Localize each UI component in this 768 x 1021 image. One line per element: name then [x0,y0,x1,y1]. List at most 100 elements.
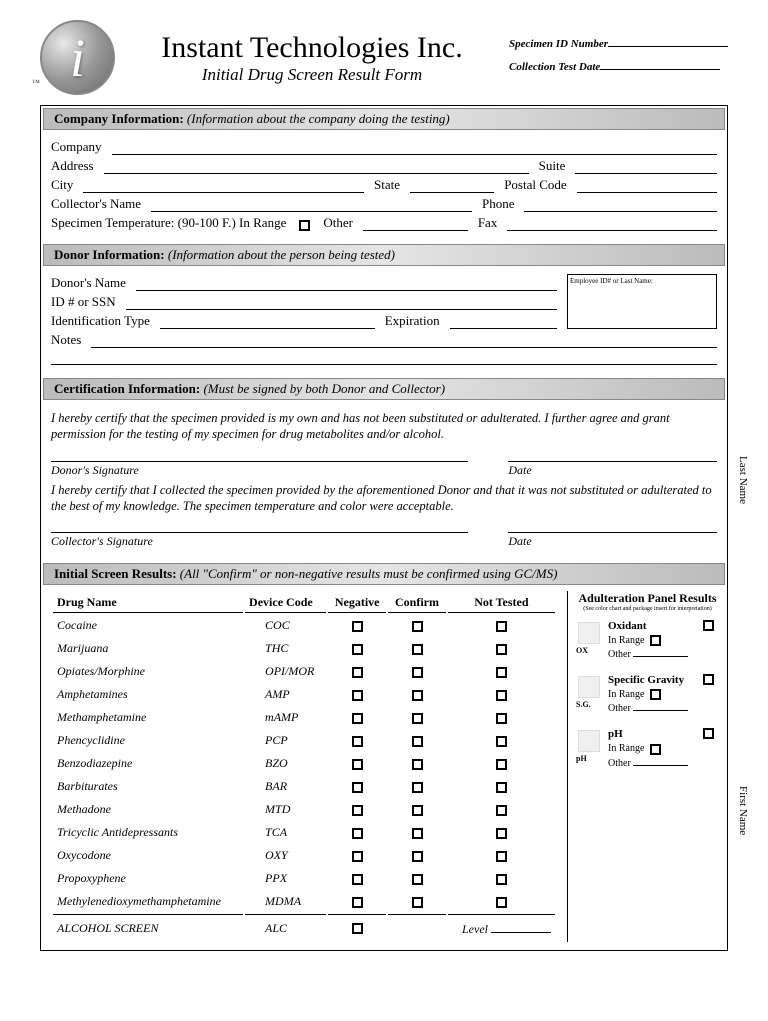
confirm-checkbox[interactable] [412,828,423,839]
negative-checkbox[interactable] [352,897,363,908]
negative-checkbox[interactable] [352,644,363,655]
negative-checkbox[interactable] [352,851,363,862]
donor-name-input[interactable] [136,277,557,291]
drug-name: Benzodiazepine [53,753,243,774]
negative-checkbox[interactable] [352,874,363,885]
drug-row: Tricyclic AntidepressantsTCA [53,822,555,843]
id-type-input[interactable] [160,315,375,329]
employee-id-box[interactable]: Employee ID# or Last Name: [567,274,717,329]
confirm-checkbox[interactable] [412,782,423,793]
alcohol-code: ALC [245,914,326,940]
collector-input[interactable] [151,198,472,212]
postal-input[interactable] [577,179,717,193]
state-input[interactable] [410,179,494,193]
not-tested-checkbox[interactable] [496,759,507,770]
collection-date-field[interactable]: Collection Test Date [509,58,728,73]
not-tested-checkbox[interactable] [496,874,507,885]
drug-name: Marijuana [53,638,243,659]
not-tested-checkbox[interactable] [496,828,507,839]
donor-signature[interactable]: Donor's Signature [51,461,468,478]
confirm-checkbox[interactable] [412,713,423,724]
phone-input[interactable] [524,198,717,212]
drug-row: AmphetaminesAMP [53,684,555,705]
confirm-checkbox[interactable] [412,667,423,678]
color-swatch [578,676,600,698]
not-tested-checkbox[interactable] [496,690,507,701]
drug-name: Opiates/Morphine [53,661,243,682]
not-tested-checkbox[interactable] [496,667,507,678]
adult-checkbox[interactable] [703,674,714,685]
device-code: MTD [245,799,326,820]
drug-row: MarijuanaTHC [53,638,555,659]
company-logo: i ™ [40,20,115,95]
inrange-checkbox[interactable] [650,689,661,700]
form-body: Company Information: (Information about … [40,105,728,951]
adult-checkbox[interactable] [703,728,714,739]
not-tested-checkbox[interactable] [496,621,507,632]
device-code: TCA [245,822,326,843]
negative-checkbox[interactable] [352,713,363,724]
donor-section-header: Donor Information: (Information about th… [43,244,725,266]
alcohol-checkbox[interactable] [352,923,363,934]
device-code: COC [245,615,326,636]
notes-input[interactable] [91,334,717,348]
not-tested-checkbox[interactable] [496,782,507,793]
not-tested-checkbox[interactable] [496,897,507,908]
negative-checkbox[interactable] [352,621,363,632]
drug-name: Phencyclidine [53,730,243,751]
temp-inrange-checkbox[interactable] [299,220,310,231]
not-tested-checkbox[interactable] [496,805,507,816]
confirm-checkbox[interactable] [412,897,423,908]
adulteration-panel: Adulteration Panel Results (See color ch… [567,591,717,942]
confirm-checkbox[interactable] [412,644,423,655]
side-label-first-name: First Name [737,786,749,835]
temp-other-input[interactable] [363,217,468,231]
collector-sig-date[interactable]: Date [508,532,717,549]
device-code: PCP [245,730,326,751]
confirm-checkbox[interactable] [412,874,423,885]
confirm-checkbox[interactable] [412,621,423,632]
expiration-input[interactable] [450,315,557,329]
adult-other-input[interactable] [633,765,688,766]
negative-checkbox[interactable] [352,805,363,816]
device-code: MDMA [245,891,326,912]
negative-checkbox[interactable] [352,782,363,793]
confirm-checkbox[interactable] [412,851,423,862]
confirm-checkbox[interactable] [412,736,423,747]
not-tested-checkbox[interactable] [496,713,507,724]
address-input[interactable] [104,160,529,174]
specimen-id-field[interactable]: Specimen ID Number [509,35,728,50]
confirm-checkbox[interactable] [412,805,423,816]
not-tested-checkbox[interactable] [496,851,507,862]
adult-other-input[interactable] [633,656,688,657]
negative-checkbox[interactable] [352,828,363,839]
suite-input[interactable] [575,160,717,174]
inrange-checkbox[interactable] [650,635,661,646]
negative-checkbox[interactable] [352,690,363,701]
negative-checkbox[interactable] [352,667,363,678]
drug-results-table: Drug Name Device Code Negative Confirm N… [51,591,557,942]
negative-checkbox[interactable] [352,736,363,747]
donor-sig-date[interactable]: Date [508,461,717,478]
not-tested-checkbox[interactable] [496,736,507,747]
not-tested-checkbox[interactable] [496,644,507,655]
results-section: Drug Name Device Code Negative Confirm N… [41,587,727,950]
color-swatch [578,622,600,644]
cert-section: I hereby certify that the specimen provi… [41,402,727,561]
confirm-checkbox[interactable] [412,690,423,701]
alcohol-level-input[interactable] [491,919,551,933]
fax-input[interactable] [507,217,717,231]
city-input[interactable] [83,179,364,193]
negative-checkbox[interactable] [352,759,363,770]
company-section-header: Company Information: (Information about … [43,108,725,130]
collector-signature[interactable]: Collector's Signature [51,532,468,549]
donor-id-input[interactable] [126,296,557,310]
adult-other-input[interactable] [633,710,688,711]
notes-input-2[interactable] [51,351,717,365]
adult-checkbox[interactable] [703,620,714,631]
company-input[interactable] [112,141,717,155]
alcohol-name: ALCOHOL SCREEN [53,914,243,940]
inrange-checkbox[interactable] [650,744,661,755]
drug-row: MethadoneMTD [53,799,555,820]
confirm-checkbox[interactable] [412,759,423,770]
